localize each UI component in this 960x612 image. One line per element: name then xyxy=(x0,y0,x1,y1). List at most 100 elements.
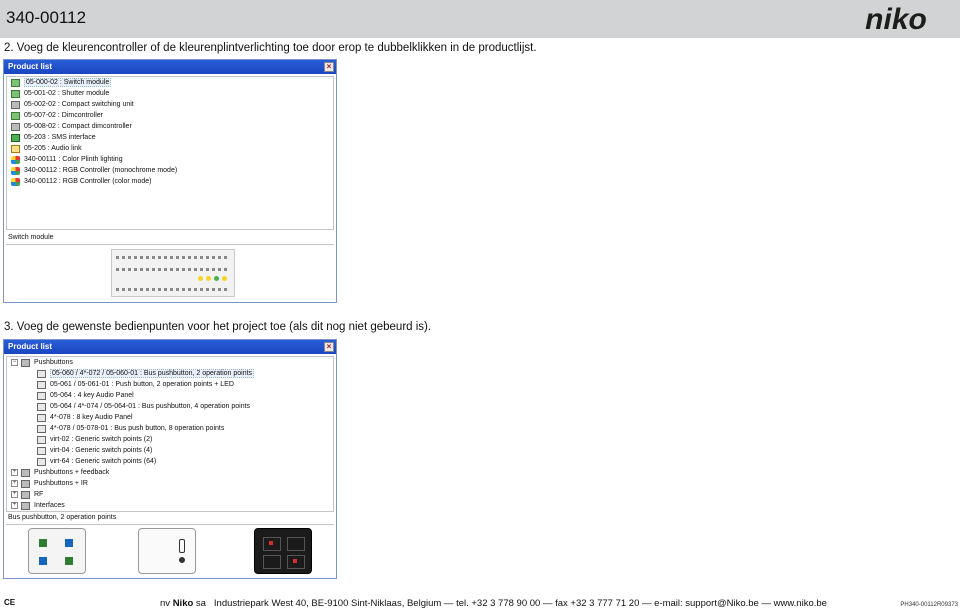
pushbutton-icon xyxy=(37,446,46,455)
window-title: Product list xyxy=(8,342,53,351)
group-icon xyxy=(21,479,30,488)
svg-text:niko: niko xyxy=(865,4,927,34)
group-icon xyxy=(21,358,30,367)
product-list-window-2: Product list × − Pushbuttons 05-060 / 4*-0… xyxy=(3,339,337,579)
product-list: 05-000-02 : Switch module 05-001-02 : Shu… xyxy=(6,76,334,230)
pushbutton-icon xyxy=(37,435,46,444)
window-titlebar: Product list × xyxy=(4,340,336,354)
product-preview xyxy=(6,244,334,300)
tree-group[interactable]: + Interfaces xyxy=(7,500,333,511)
switch-module-image xyxy=(111,249,235,297)
pushbutton-icon xyxy=(37,369,46,378)
tree-item-label: 05-064 / 4*-074 / 05-064-01 : Bus pushbu… xyxy=(50,403,251,410)
tree-item[interactable]: 05-061 / 05-061-01 : Push button, 2 oper… xyxy=(7,379,333,390)
list-item[interactable]: 05-205 : Audio link xyxy=(7,143,333,154)
list-item[interactable]: 340-00111 : Color Plinth lighting xyxy=(7,154,333,165)
product-tree: − Pushbuttons 05-060 / 4*-072 / 05-060-01 … xyxy=(6,356,334,512)
tree-group-label: RF xyxy=(34,491,44,498)
tree-group[interactable]: + Pushbuttons + feedback xyxy=(7,467,333,478)
selected-product-label: Bus pushbutton, 2 operation points xyxy=(8,514,117,521)
tree-item[interactable]: 05-064 / 4*-074 / 05-064-01 : Bus pushbu… xyxy=(7,401,333,412)
expand-icon[interactable]: + xyxy=(11,502,18,509)
product-list-window-1: Product list × 05-000-02 : Switch module… xyxy=(3,59,337,303)
audio-link-icon xyxy=(11,144,20,153)
window-titlebar: Product list × xyxy=(4,60,336,74)
list-item[interactable]: 05-000-02 : Switch module xyxy=(7,77,333,88)
tree-group[interactable]: − Pushbuttons xyxy=(7,357,333,368)
tree-item[interactable]: virt-64 : Generic switch points (64) xyxy=(7,456,333,467)
group-icon xyxy=(21,468,30,477)
group-icon xyxy=(21,490,30,499)
pushbutton-icon xyxy=(37,457,46,466)
tree-group-label: Interfaces xyxy=(34,502,65,509)
compact-dimcontroller-icon xyxy=(11,122,20,131)
tree-item[interactable]: 05-060 / 4*-072 / 05-060-01 : Bus pushbu… xyxy=(7,368,333,379)
company-prefix: nv xyxy=(160,598,171,609)
company-name: Niko xyxy=(172,598,194,609)
tree-item-label: virt-04 : Generic switch points (4) xyxy=(50,447,153,454)
rgb-icon xyxy=(11,155,20,164)
list-item[interactable]: 340-00112 : RGB Controller (color mode) xyxy=(7,176,333,187)
pushbutton-icon xyxy=(37,380,46,389)
list-item-label: 05-002-02 : Compact switching unit xyxy=(24,101,134,108)
step-2-instruction: 2. Voeg de kleurencontroller of de kleur… xyxy=(4,42,537,54)
company-footer: nv Niko sa Industriepark West 40, BE-910… xyxy=(160,598,827,609)
sms-interface-icon xyxy=(11,133,20,142)
pushbutton-icon xyxy=(37,391,46,400)
tree-group[interactable]: + RF xyxy=(7,489,333,500)
selected-product-label: Switch module xyxy=(8,234,54,241)
document-code: 340-00112 xyxy=(6,8,87,27)
rgb-icon xyxy=(11,177,20,186)
product-preview xyxy=(6,524,334,576)
tree-item[interactable]: 05-064 : 4 key Audio Panel xyxy=(7,390,333,401)
tree-item-label: 4*-078 / 05-078-01 : Bus push button, 8 … xyxy=(50,425,225,432)
list-item-label: 340-00111 : Color Plinth lighting xyxy=(24,156,123,163)
pushbutton-icon xyxy=(37,413,46,422)
header-bar: 340-00112 niko xyxy=(0,0,960,38)
list-item[interactable]: 340-00112 : RGB Controller (monochrome m… xyxy=(7,165,333,176)
close-icon[interactable]: × xyxy=(324,62,334,72)
tree-group[interactable]: + Pushbuttons + IR xyxy=(7,478,333,489)
pushbutton-front-image xyxy=(28,528,86,574)
list-item-label: 05-203 : SMS interface xyxy=(24,134,96,141)
list-item[interactable]: 05-002-02 : Compact switching unit xyxy=(7,99,333,110)
expand-icon[interactable]: + xyxy=(11,469,18,476)
list-item[interactable]: 05-008-02 : Compact dimcontroller xyxy=(7,121,333,132)
document-reference: PH340-00112R09373 xyxy=(900,602,958,608)
collapse-icon[interactable]: − xyxy=(11,359,18,366)
list-item[interactable]: 05-001-02 : Shutter module xyxy=(7,88,333,99)
list-item-label: 05-008-02 : Compact dimcontroller xyxy=(24,123,132,130)
tree-item-label: virt-64 : Generic switch points (64) xyxy=(50,458,157,465)
pushbutton-icon xyxy=(37,424,46,433)
list-item-label: 05-001-02 : Shutter module xyxy=(24,90,110,97)
niko-logo: niko xyxy=(865,4,927,34)
window-title: Product list xyxy=(8,62,53,71)
company-address: Industriepark West 40, BE-9100 Sint-Nikl… xyxy=(213,598,827,609)
tree-item-label: 05-061 / 05-061-01 : Push button, 2 oper… xyxy=(50,381,234,388)
tree-group-label: Pushbuttons xyxy=(34,359,73,366)
list-item[interactable]: 05-007-02 : Dimcontroller xyxy=(7,110,333,121)
list-item[interactable]: 05-203 : SMS interface xyxy=(7,132,333,143)
switch-module-icon xyxy=(11,78,20,87)
tree-item-label: 4*-078 : 8 key Audio Panel xyxy=(50,414,133,421)
list-item-label: 05-205 : Audio link xyxy=(24,145,82,152)
tree-item-label: virt-02 : Generic switch points (2) xyxy=(50,436,153,443)
list-item-label: 340-00112 : RGB Controller (monochrome m… xyxy=(24,167,178,174)
pushbutton-icon xyxy=(37,402,46,411)
close-icon[interactable]: × xyxy=(324,342,334,352)
expand-icon[interactable]: + xyxy=(11,491,18,498)
rgb-icon xyxy=(11,166,20,175)
tree-group-label: Pushbuttons + feedback xyxy=(34,469,110,476)
company-suffix: sa xyxy=(195,598,206,609)
pushbutton-back-image xyxy=(138,528,196,574)
list-item-label: 05-007-02 : Dimcontroller xyxy=(24,112,103,119)
shutter-module-icon xyxy=(11,89,20,98)
tree-item[interactable]: virt-02 : Generic switch points (2) xyxy=(7,434,333,445)
tree-item[interactable]: virt-04 : Generic switch points (4) xyxy=(7,445,333,456)
tree-item[interactable]: 4*-078 / 05-078-01 : Bus push button, 8 … xyxy=(7,423,333,434)
pushbutton-frame-image xyxy=(254,528,312,574)
expand-icon[interactable]: + xyxy=(11,480,18,487)
tree-group-label: Pushbuttons + IR xyxy=(34,480,88,487)
tree-item-label: 05-060 / 4*-072 / 05-060-01 : Bus pushbu… xyxy=(50,369,255,378)
tree-item[interactable]: 4*-078 : 8 key Audio Panel xyxy=(7,412,333,423)
